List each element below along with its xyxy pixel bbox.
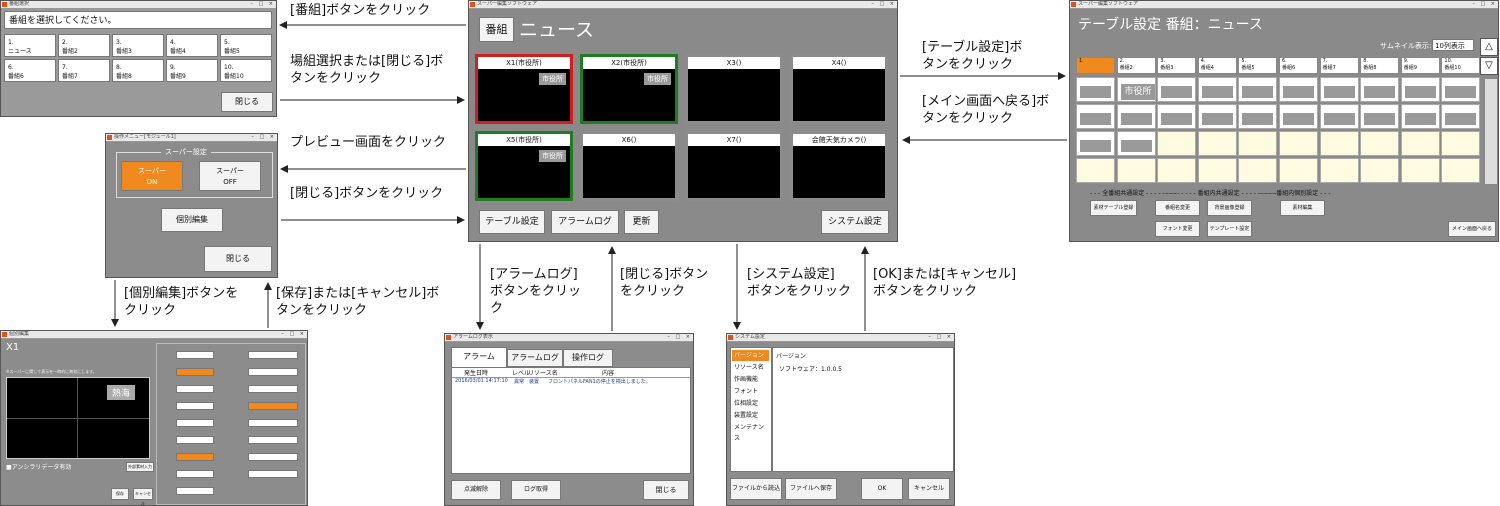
label-select-or-close: 場組選択または[閉じる]ボ タンをクリック bbox=[290, 54, 444, 86]
label-click-alarm-log: [アラームログ] ボタンをクリッ ク bbox=[490, 267, 582, 316]
label-ok-or-cancel: [OK]または[キャンセル] ボタンをクリック bbox=[873, 267, 1017, 299]
label-alarm-close: [閉じる]ボタン をクリック bbox=[620, 267, 709, 299]
label-click-program: [番組]ボタンをクリック bbox=[290, 3, 431, 18]
label-click-preview: プレビュー画面をクリック bbox=[290, 135, 447, 150]
label-click-system: [システム設定] ボタンをクリック bbox=[747, 267, 852, 299]
label-back-to-main: [メイン画面へ戻る]ボ タンをクリック bbox=[922, 94, 1050, 126]
flow-arrows bbox=[111, 21, 1067, 331]
label-save-or-cancel: [保存]または[キャンセル]ボ タンをクリック bbox=[276, 286, 440, 318]
label-click-close: [閉じる]ボタンをクリック bbox=[290, 186, 444, 201]
label-click-edit: [個別編集]ボタンを クリック bbox=[124, 286, 239, 318]
label-click-table-settings: [テーブル設定]ボ タンをクリック bbox=[922, 40, 1023, 72]
